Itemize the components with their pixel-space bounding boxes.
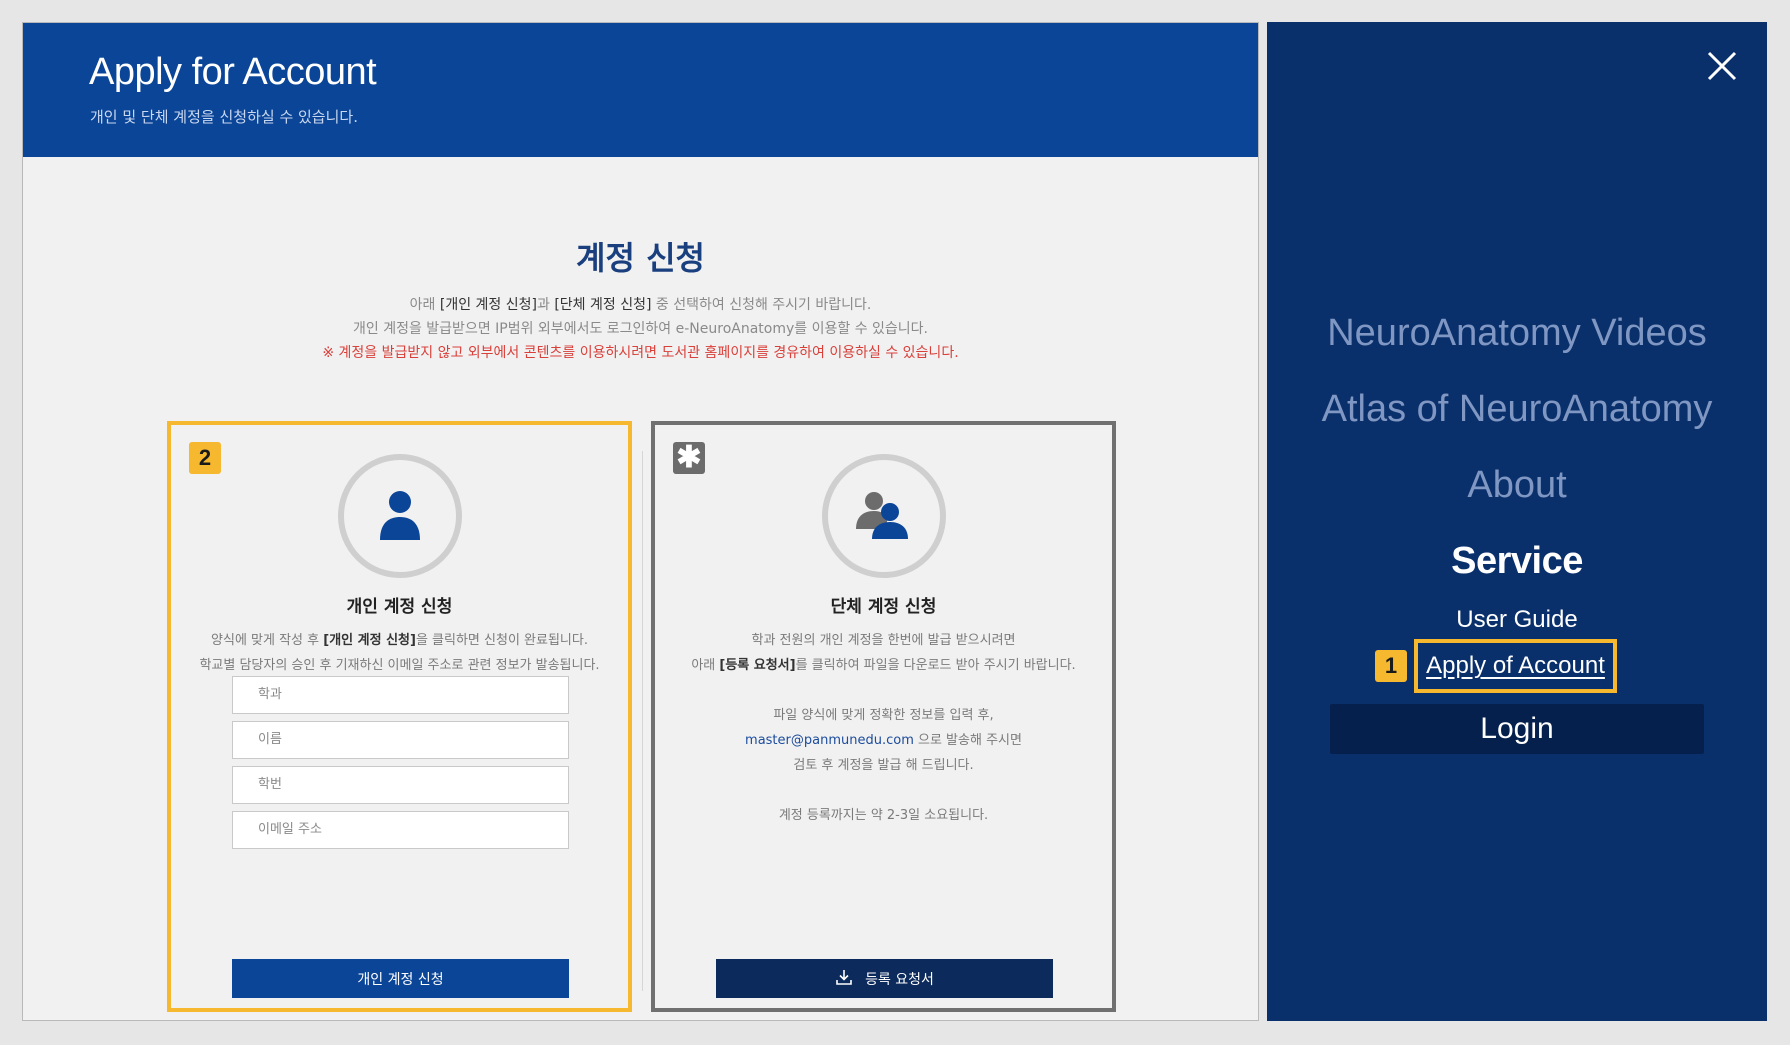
group-desc-email-suffix: 으로 발송해 주시면: [913, 733, 1022, 748]
group-desc-bold: [등록 요청서]: [719, 658, 796, 673]
nav-subitem-apply-of-account[interactable]: Apply of Account: [1426, 652, 1605, 680]
login-button[interactable]: Login: [1330, 704, 1704, 754]
page-subtitle: 개인 및 단체 계정을 신청하실 수 있습니다.: [90, 108, 358, 126]
intro-personal: [개인 계정 신청]: [439, 297, 537, 313]
group-desc-prefix: 아래: [691, 658, 720, 673]
step-badge-2: 2: [189, 442, 221, 474]
card-divider: [642, 451, 643, 991]
group-desc-line-2: 아래 [등록 요청서]를 클릭하여 파일을 다운로드 받아 주시기 바랍니다.: [655, 653, 1112, 678]
nav-item-neuroanatomy-videos[interactable]: NeuroAnatomy Videos: [1267, 312, 1767, 355]
asterisk-badge: ✱: [673, 442, 705, 474]
intro-group: [단체 계정 신청]: [554, 297, 652, 313]
section-title: 계정 신청: [576, 239, 705, 277]
intro-suffix: 중 선택하여 신청해 주시기 바랍니다.: [651, 297, 872, 313]
personal-desc-prefix: 양식에 맞게 작성 후: [211, 633, 324, 648]
group-card-description: 학과 전원의 개인 계정을 한번에 발급 받으시려면 아래 [등록 요청서]를 …: [655, 628, 1112, 828]
page-header: Apply for Account 개인 및 단체 계정을 신청하실 수 있습니…: [23, 23, 1258, 157]
personal-desc-line-1: 양식에 맞게 작성 후 [개인 계정 신청]을 클릭하면 신청이 완료됩니다.: [171, 628, 628, 653]
nav-item-atlas[interactable]: Atlas of NeuroAnatomy: [1267, 388, 1767, 431]
side-navigation: NeuroAnatomy Videos Atlas of NeuroAnatom…: [1267, 22, 1767, 1021]
group-desc-line-6: 계정 등록까지는 약 2-3일 소요됩니다.: [778, 808, 989, 823]
personal-card-title: 개인 계정 신청: [346, 597, 453, 617]
student-id-field[interactable]: 학번: [232, 766, 569, 804]
intro-notice: ※ 계정을 발급받지 않고 외부에서 콘텐츠를 이용하시려면 도서관 홈페이지를…: [322, 345, 959, 361]
personal-desc-line-2: 학교별 담당자의 승인 후 기재하신 이메일 주소로 관련 정보가 발송됩니다.: [199, 658, 600, 673]
group-icon: [821, 454, 946, 578]
name-field[interactable]: 이름: [232, 721, 569, 759]
department-field[interactable]: 학과: [232, 676, 569, 714]
group-desc-line-3: 파일 양식에 맞게 정확한 정보를 입력 후,: [773, 708, 994, 723]
step-badge-1: 1: [1375, 650, 1407, 682]
group-desc-suffix: 를 클릭하여 파일을 다운로드 받아 주시기 바랍니다.: [795, 658, 1076, 673]
nav-item-service[interactable]: Service: [1267, 540, 1767, 583]
group-desc-line-5: 검토 후 계정을 발급 해 드립니다.: [793, 758, 974, 773]
group-card-title: 단체 계정 신청: [830, 597, 937, 617]
download-icon: [835, 968, 853, 990]
intro-line-2: 개인 계정을 발급받으면 IP범위 외부에서도 로그인하여 e-NeuroAna…: [353, 321, 928, 337]
personal-account-card: 2 개인 계정 신청 양식에 맞게 작성 후 [개인 계정 신청]을 클릭하면 …: [167, 421, 632, 1012]
apply-personal-label: 개인 계정 신청: [357, 971, 444, 988]
intro-mid: 과: [536, 297, 555, 313]
page-title: Apply for Account: [89, 51, 377, 93]
download-request-form-label: 등록 요청서: [865, 971, 934, 988]
person-icon: [337, 454, 462, 578]
email-field[interactable]: 이메일 주소: [232, 811, 569, 849]
personal-desc-bold: [개인 계정 신청]: [323, 633, 416, 648]
group-account-card: ✱ 단체 계정 신청 학과 전원의 개인 계정을 한번에 발급 받으시려면 아래…: [651, 421, 1116, 1012]
nav-subitem-apply-highlight: Apply of Account: [1414, 639, 1617, 693]
intro-text: 아래 [개인 계정 신청]과 [단체 계정 신청] 중 선택하여 신청해 주시기…: [23, 293, 1258, 365]
contact-email-link[interactable]: master@panmunedu.com: [745, 733, 914, 748]
nav-subitem-user-guide[interactable]: User Guide: [1267, 606, 1767, 634]
apply-personal-button[interactable]: 개인 계정 신청: [232, 959, 569, 998]
intro-line-1: 아래 [개인 계정 신청]과 [단체 계정 신청] 중 선택하여 신청해 주시기…: [23, 293, 1258, 317]
personal-desc-suffix: 을 클릭하면 신청이 완료됩니다.: [415, 633, 588, 648]
close-icon[interactable]: [1705, 49, 1739, 83]
group-desc-line-1: 학과 전원의 개인 계정을 한번에 발급 받으시려면: [751, 633, 1016, 648]
nav-item-about[interactable]: About: [1267, 464, 1767, 507]
download-request-form-button[interactable]: 등록 요청서: [716, 959, 1053, 998]
group-desc-line-4: master@panmunedu.com 으로 발송해 주시면: [655, 728, 1112, 753]
personal-card-description: 양식에 맞게 작성 후 [개인 계정 신청]을 클릭하면 신청이 완료됩니다. …: [171, 628, 628, 678]
intro-prefix: 아래: [409, 297, 440, 313]
apply-account-panel: Apply for Account 개인 및 단체 계정을 신청하실 수 있습니…: [22, 22, 1259, 1021]
